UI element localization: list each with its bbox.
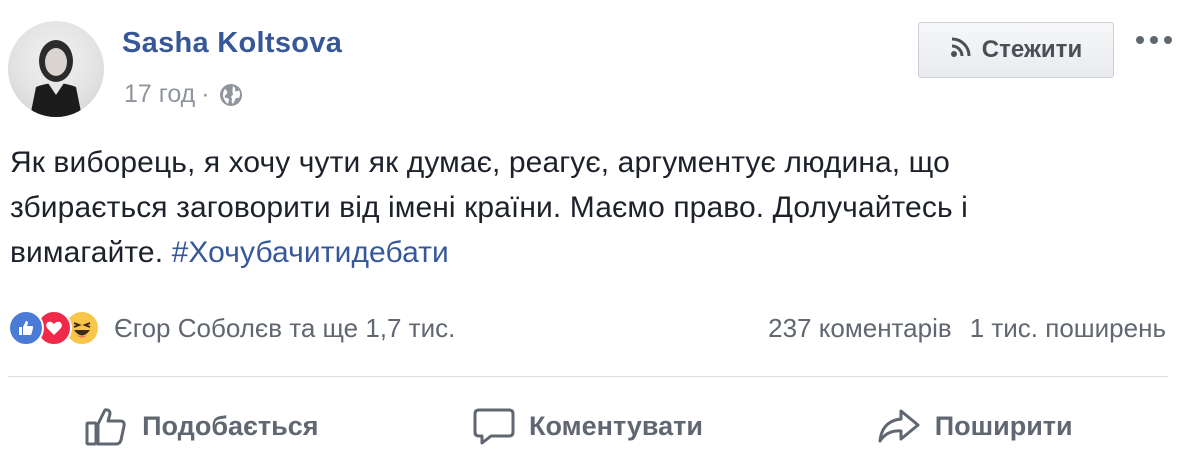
globe-icon[interactable]: [218, 82, 244, 108]
reactors-link[interactable]: Єгор Соболєв та ще 1,7 тис.: [114, 313, 455, 344]
action-bar: Подобається Коментувати Поширити: [8, 392, 1168, 460]
follow-button[interactable]: Стежити: [918, 22, 1114, 78]
post-text-line: збирається заговорити від імені країни. …: [10, 191, 968, 224]
meta-separator: ·: [201, 80, 210, 108]
comments-count-link[interactable]: 237 коментарів: [768, 313, 952, 344]
reaction-icons[interactable]: [8, 310, 100, 346]
post-text-segment: вимагайте.: [10, 236, 164, 269]
reactions-summary: Єгор Соболєв та ще 1,7 тис.: [8, 308, 455, 348]
like-reaction-icon: [8, 310, 44, 346]
author-name[interactable]: Sasha Koltsova: [122, 27, 342, 60]
like-button[interactable]: Подобається: [8, 392, 395, 460]
post-timestamp[interactable]: 17 год: [124, 80, 195, 109]
more-icon[interactable]: [1132, 30, 1176, 50]
post-text-line-last: вимагайте. #Хочубачитидебати: [10, 230, 1190, 275]
engagement-counts: 237 коментарів 1 тис. поширень: [768, 308, 1166, 348]
comment-label: Коментувати: [529, 410, 703, 441]
avatar[interactable]: [8, 21, 104, 117]
comment-bubble-icon: [473, 408, 515, 445]
thumbs-up-icon: [85, 408, 126, 446]
share-arrow-icon: [878, 409, 920, 443]
like-label: Подобається: [142, 410, 319, 441]
facebook-post: Sasha Koltsova 17 год · Стежити Як вибор…: [0, 0, 1200, 469]
follow-label: Стежити: [981, 36, 1083, 63]
share-label: Поширити: [934, 410, 1073, 441]
comment-button[interactable]: Коментувати: [395, 392, 782, 460]
hashtag-link[interactable]: #Хочубачитидебати: [172, 236, 449, 269]
divider: [8, 376, 1168, 377]
post-text-line: Як виборець, я хочу чути як думає, реагу…: [10, 146, 950, 179]
shares-count-link[interactable]: 1 тис. поширень: [970, 313, 1166, 344]
share-button[interactable]: Поширити: [781, 392, 1168, 460]
post-meta: 17 год ·: [124, 80, 244, 109]
rss-icon: [950, 36, 972, 65]
post-text: Як виборець, я хочу чути як думає, реагу…: [10, 140, 1190, 275]
